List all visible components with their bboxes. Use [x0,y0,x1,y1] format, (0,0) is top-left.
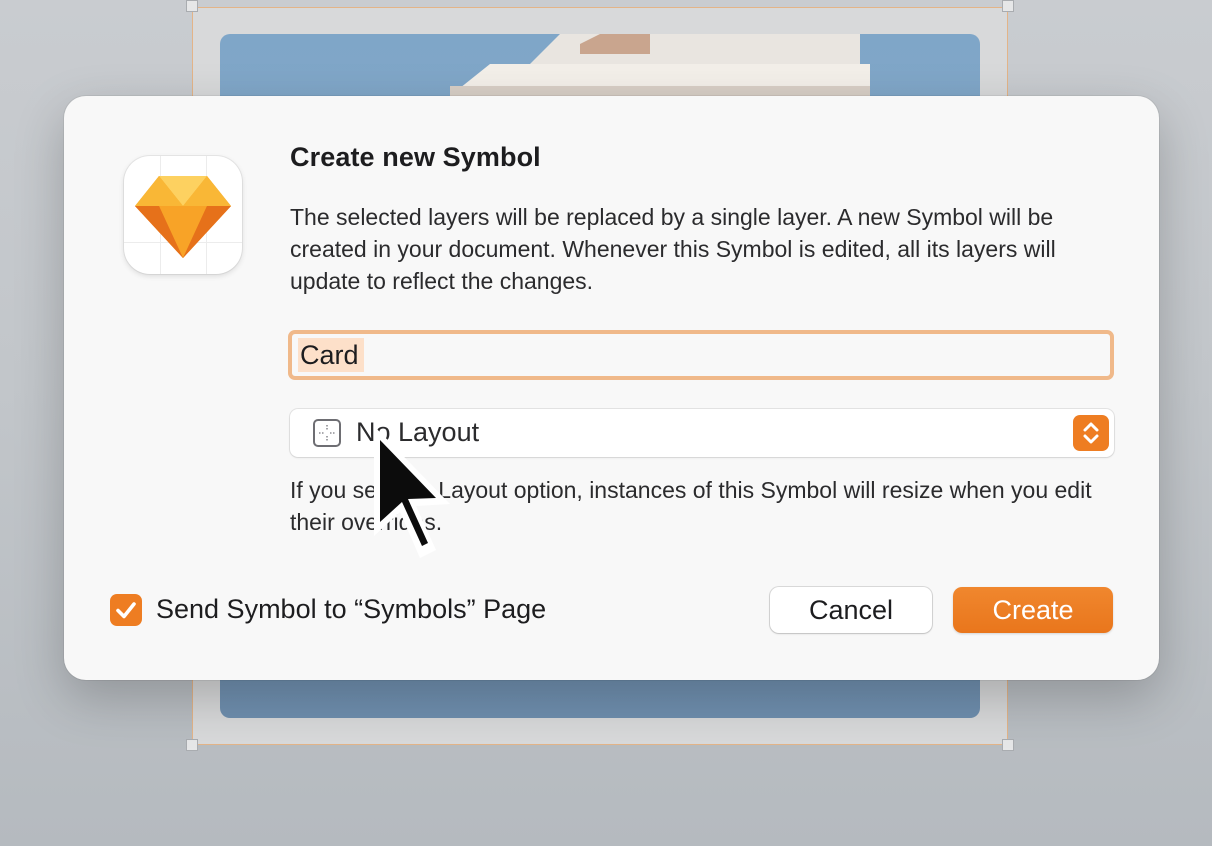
resize-handle-bottom-left[interactable] [186,739,198,751]
resize-handle-top-right[interactable] [1002,0,1014,12]
send-to-symbols-checkbox[interactable] [110,594,142,626]
sketch-diamond-icon [124,156,242,274]
dialog-title: Create new Symbol [290,142,541,172]
checkmark-icon [116,602,136,619]
layout-grid-icon [313,419,341,447]
arrow-pointer-icon [374,426,450,558]
chevron-up-down-icon[interactable] [1073,415,1109,451]
dialog-description: The selected layers will be replaced by … [290,204,1056,294]
create-symbol-dialog: Create new Symbol The selected layers wi… [64,96,1159,680]
resize-handle-top-left[interactable] [186,0,198,12]
symbol-name-input[interactable] [288,330,1114,380]
resize-handle-bottom-right[interactable] [1002,739,1014,751]
create-button[interactable]: Create [953,587,1113,633]
send-to-symbols-label[interactable]: Send Symbol to “Symbols” Page [156,594,546,625]
cancel-button[interactable]: Cancel [770,587,932,633]
